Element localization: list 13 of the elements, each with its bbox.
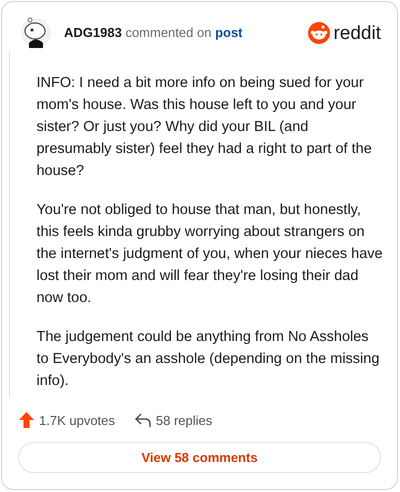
reply-count: 58 replies [156,412,212,430]
brand-name: reddit [333,24,381,42]
post-link[interactable]: post [215,25,243,40]
comment-paragraph: INFO: I need a bit more info on being sued for your mom's house. Was this house left to you and your sister? Or just you? Why did your BIL (and presumably sister) feel they had a right to part of the house? [36,74,373,181]
upvote-arrow-icon [19,412,34,428]
comment-paragraph: You're not obliged to house that man, but honestly, this feels kinda grubby worrying about strangers on the internet's judgment of you, when your nieces have lost their mom and will fear they're losing their dad now too. [36,201,383,308]
view-comments-button[interactable]: View 58 comments [18,442,381,473]
reply-arrow-icon [134,413,151,428]
avatar-icon [20,16,52,50]
upvote-count: 1.7K upvotes [39,412,115,430]
comment-paragraph: The judgement could be anything from No Assholes to Everybody's an asshole (depending on the missing info). [36,328,380,391]
reddit-logo-icon [308,22,330,44]
comment-header: ADG1983 commented on post [64,24,243,42]
